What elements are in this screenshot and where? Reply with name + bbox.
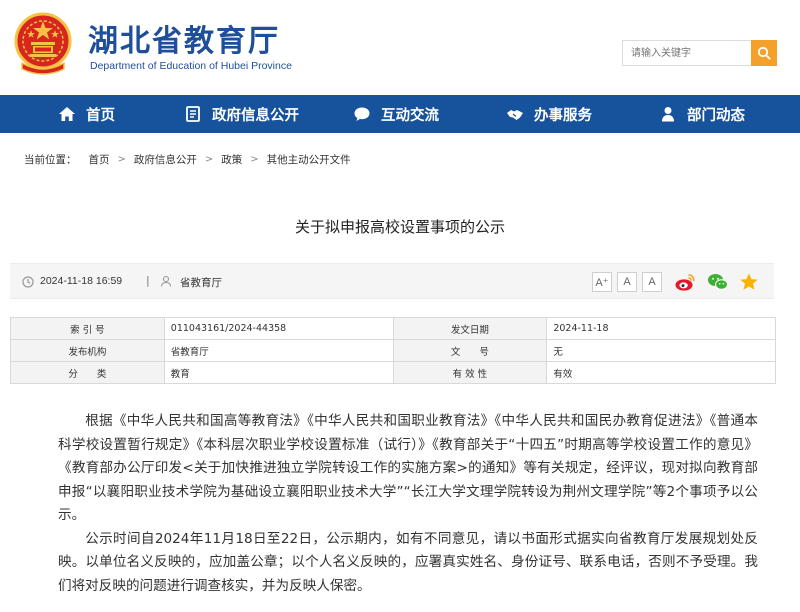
article-title: 关于拟申报高校设置事项的公示 [294, 218, 505, 236]
nav-item-label: 首页 [86, 107, 115, 124]
info-key-issue-date: 发文日期 [392, 317, 548, 340]
document-icon [183, 104, 203, 124]
breadcrumb-lead: 当前位置： [24, 154, 77, 166]
nav-item-label: 政府信息公开 [212, 107, 299, 124]
clock-icon [22, 276, 34, 288]
info-value-validity: 有效 [546, 361, 776, 384]
article-source: 省教育厅 [180, 277, 222, 289]
wechat-icon [708, 274, 728, 290]
article-meta-bar: 2024-11-18 16:59 | 省教育厅 A⁺ A A [10, 263, 774, 299]
meta-divider: | [146, 274, 150, 287]
breadcrumb-separator: > [117, 154, 126, 165]
share-weibo-button[interactable] [674, 271, 696, 293]
info-key-index-number: 索 引 号 [10, 317, 165, 340]
publish-datetime: 2024-11-18 16:59 [40, 275, 123, 287]
chat-bubble-icon [352, 104, 372, 124]
breadcrumb-separator: > [204, 154, 214, 165]
font-size-small-button[interactable]: A [642, 272, 662, 292]
handshake-icon [505, 104, 525, 124]
weibo-icon [675, 274, 695, 291]
info-key-publisher: 发布机构 [10, 339, 165, 362]
site-header: 湖北省教育厅 Department of Education of Hubei … [0, 0, 800, 95]
nav-item-label: 办事服务 [534, 107, 592, 124]
nav-item-home[interactable]: 首页 [57, 95, 115, 133]
national-emblem-icon [12, 11, 74, 77]
add-favorite-button[interactable] [738, 271, 760, 293]
breadcrumb: 当前位置： 首页 > 政府信息公开 > 政策 > 其他主动公开文件 [24, 152, 351, 167]
font-size-medium-button[interactable]: A [617, 272, 637, 292]
search-input[interactable] [622, 40, 752, 66]
site-title[interactable]: 湖北省教育厅 [88, 16, 280, 60]
breadcrumb-link-other-files[interactable]: 其他主动公开文件 [267, 152, 351, 167]
favorite-star-icon [740, 273, 758, 290]
font-size-large-button[interactable]: A⁺ [592, 272, 612, 292]
table-row: 分 类 教育 有 效 性 有效 [10, 361, 776, 384]
breadcrumb-link-policy[interactable]: 政策 [221, 152, 242, 167]
search-button[interactable] [751, 40, 777, 66]
nav-item-department-news[interactable]: 部门动态 [658, 95, 745, 133]
info-key-validity: 有 效 性 [392, 361, 548, 384]
document-info-table: 索 引 号 011043161/2024-44358 发文日期 2024-11-… [10, 317, 776, 384]
nav-item-label: 部门动态 [687, 107, 745, 124]
info-value-issue-date: 2024-11-18 [546, 317, 776, 340]
nav-item-services[interactable]: 办事服务 [505, 95, 592, 133]
breadcrumb-link-government-info[interactable]: 政府信息公开 [134, 152, 197, 167]
article-paragraph: 公示时间自2024年11月18日至22日，公示期内，如有不同意见，请以书面形式据… [58, 530, 758, 594]
site-subtitle: Department of Education of Hubei Provinc… [90, 60, 292, 72]
main-nav: 首页 政府信息公开 互动交流 办事服务 部门动态 [0, 95, 800, 133]
nav-item-label: 互动交流 [381, 107, 439, 124]
info-value-index-number: 011043161/2024-44358 [163, 317, 394, 340]
person-icon [658, 104, 678, 124]
info-key-category: 分 类 [10, 361, 165, 384]
breadcrumb-separator: > [250, 154, 259, 165]
nav-item-government-info[interactable]: 政府信息公开 [183, 95, 299, 133]
info-key-document-number: 文 号 [392, 339, 548, 362]
share-wechat-button[interactable] [707, 271, 729, 293]
article-body: 根据《中华人民共和国高等教育法》《中华人民共和国职业教育法》《中华人民共和国民办… [58, 410, 758, 598]
user-icon [160, 275, 172, 287]
table-row: 索 引 号 011043161/2024-44358 发文日期 2024-11-… [10, 317, 776, 340]
info-value-document-number: 无 [546, 339, 776, 362]
home-icon [57, 104, 77, 124]
breadcrumb-link-home[interactable]: 首页 [89, 152, 110, 167]
info-value-category: 教育 [163, 361, 394, 384]
info-value-publisher: 省教育厅 [163, 339, 394, 362]
search-icon [757, 46, 771, 60]
article-paragraph: 根据《中华人民共和国高等教育法》《中华人民共和国职业教育法》《中华人民共和国民办… [58, 413, 758, 523]
table-row: 发布机构 省教育厅 文 号 无 [10, 339, 776, 362]
nav-item-interaction[interactable]: 互动交流 [352, 95, 439, 133]
